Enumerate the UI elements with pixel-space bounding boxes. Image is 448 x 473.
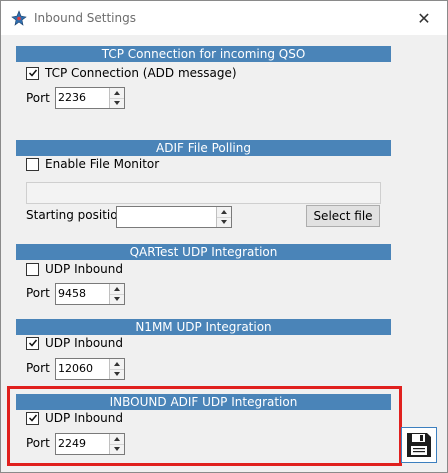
window-title: Inbound Settings [34, 11, 136, 25]
section-header-qartest: QARTest UDP Integration [16, 244, 391, 260]
file-monitor-label: Enable File Monitor [45, 157, 160, 171]
inbound-adif-udp-checkbox[interactable]: UDP Inbound [26, 411, 123, 425]
inbound-adif-port-label: Port [26, 436, 50, 450]
tcp-port-stepper[interactable]: 2236 [55, 87, 125, 109]
n1mm-checkbox-label: UDP Inbound [45, 336, 124, 350]
inbound-adif-port-stepper[interactable]: 2249 [55, 433, 125, 455]
tcp-checkbox-box[interactable] [26, 66, 39, 80]
select-file-button[interactable]: Select file [306, 205, 380, 227]
qartest-port-stepper[interactable]: 9458 [55, 283, 125, 305]
tcp-checkbox-label: TCP Connection (ADD message) [45, 66, 237, 80]
starting-position-stepper[interactable] [116, 206, 232, 228]
spin-down-icon[interactable] [110, 444, 124, 454]
spin-down-icon[interactable] [110, 294, 124, 304]
qartest-checkbox-label: UDP Inbound [45, 262, 124, 276]
enable-file-monitor-checkbox[interactable]: Enable File Monitor [26, 157, 159, 171]
close-icon: ✕ [417, 8, 431, 28]
spin-up-icon[interactable] [217, 207, 231, 218]
qartest-udp-checkbox[interactable]: UDP Inbound [26, 262, 123, 276]
checkmark-icon [28, 414, 37, 422]
n1mm-udp-checkbox[interactable]: UDP Inbound [26, 336, 123, 350]
n1mm-port-value[interactable]: 12060 [56, 359, 109, 379]
tcp-port-label: Port [26, 91, 50, 105]
section-header-inbound-adif: INBOUND ADIF UDP Integration [16, 394, 391, 410]
section-header-tcp: TCP Connection for incoming QSO [16, 46, 391, 62]
checkmark-icon [28, 69, 37, 77]
n1mm-port-label: Port [26, 361, 50, 375]
file-path-field[interactable] [26, 182, 381, 204]
inbound-adif-checkbox-label: UDP Inbound [45, 411, 124, 425]
spin-up-icon[interactable] [110, 284, 124, 295]
n1mm-checkbox-box[interactable] [26, 336, 39, 350]
spin-up-icon[interactable] [110, 88, 124, 99]
qartest-port-value[interactable]: 9458 [56, 284, 109, 304]
file-monitor-checkbox-box[interactable] [26, 157, 39, 171]
n1mm-port-stepper[interactable]: 12060 [55, 358, 125, 380]
close-button[interactable]: ✕ [401, 1, 447, 35]
tcp-port-value[interactable]: 2236 [56, 88, 109, 108]
save-button[interactable] [401, 427, 437, 463]
starting-position-label: Starting position [26, 208, 126, 222]
app-logo-icon [11, 10, 27, 26]
spin-up-icon[interactable] [110, 434, 124, 445]
spin-down-icon[interactable] [110, 369, 124, 379]
starting-position-value[interactable] [117, 207, 216, 227]
spin-up-icon[interactable] [110, 359, 124, 370]
spin-down-icon[interactable] [217, 217, 231, 227]
floppy-disk-icon [407, 433, 431, 457]
inbound-adif-port-value[interactable]: 2249 [56, 434, 109, 454]
spin-down-icon[interactable] [110, 98, 124, 108]
title-bar: Inbound Settings ✕ [1, 1, 447, 35]
checkmark-icon [28, 339, 37, 347]
section-header-adif: ADIF File Polling [16, 140, 391, 156]
inbound-adif-checkbox-box[interactable] [26, 411, 39, 425]
inbound-settings-window: Inbound Settings ✕ TCP Connection for in… [0, 0, 448, 473]
section-header-n1mm: N1MM UDP Integration [16, 319, 391, 335]
tcp-connection-checkbox[interactable]: TCP Connection (ADD message) [26, 66, 237, 80]
qartest-port-label: Port [26, 286, 50, 300]
qartest-checkbox-box[interactable] [26, 262, 39, 276]
